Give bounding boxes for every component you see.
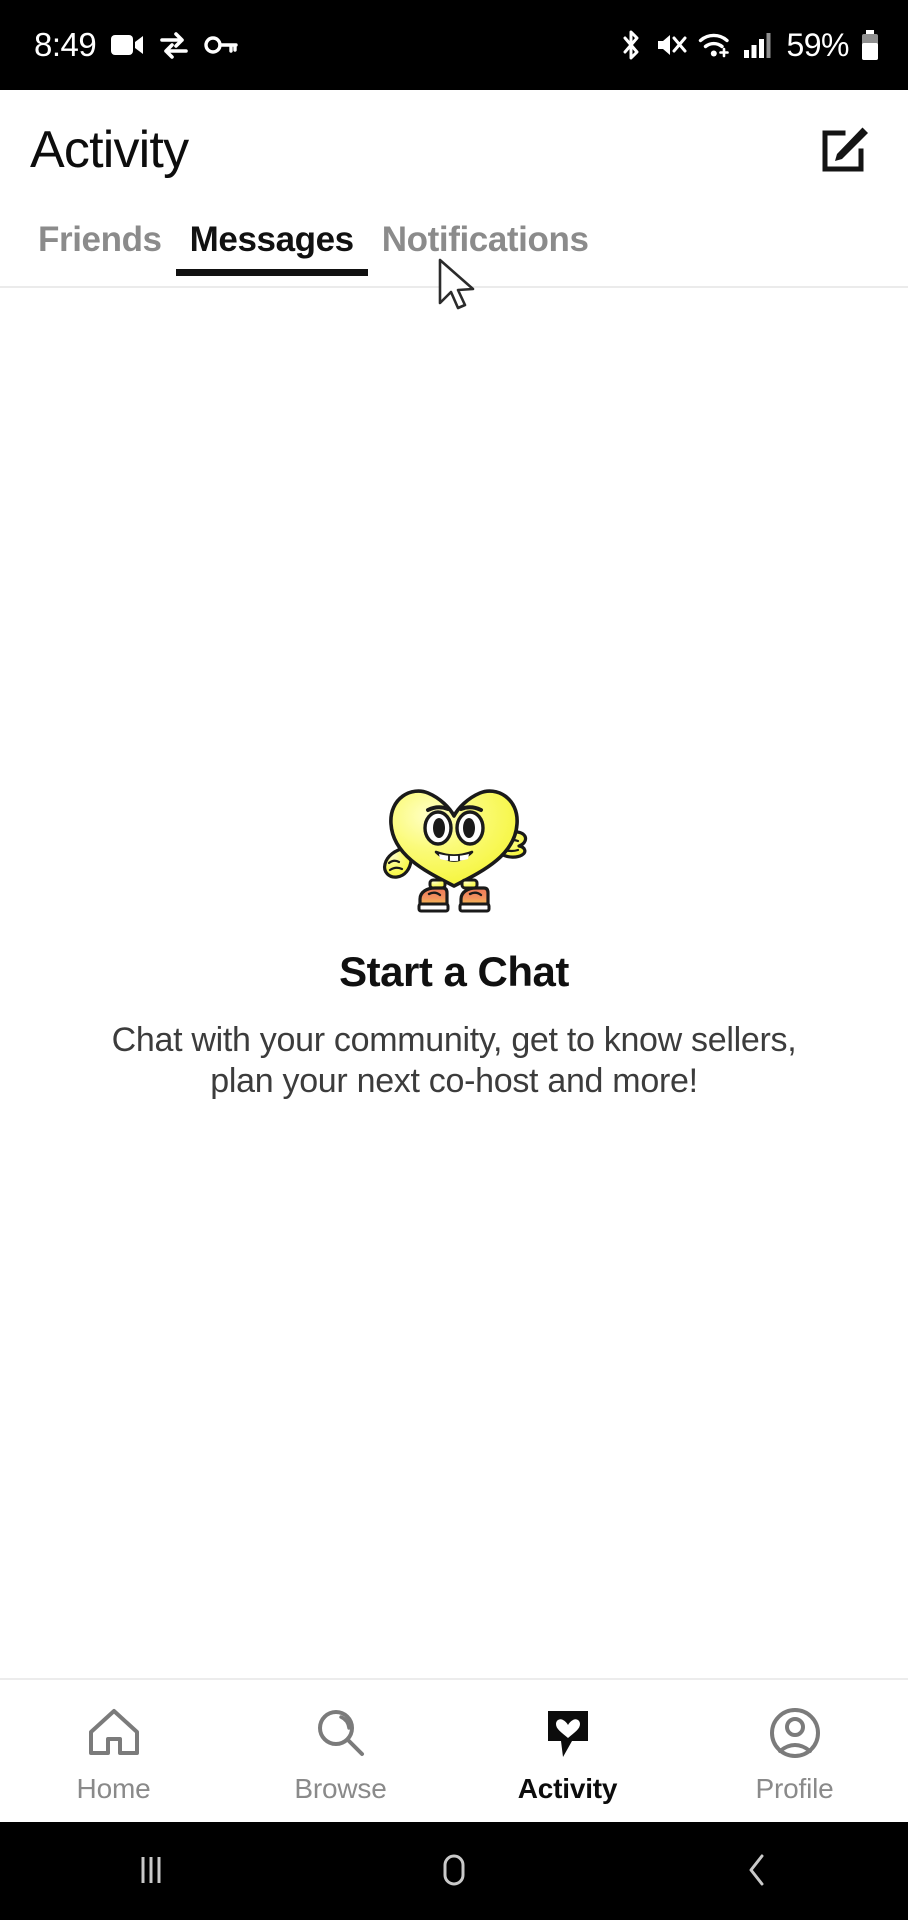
data-transfer-icon bbox=[158, 31, 190, 59]
wifi-icon bbox=[698, 31, 732, 59]
status-bar-left: 8:49 bbox=[34, 26, 238, 64]
tab-messages[interactable]: Messages bbox=[175, 210, 368, 276]
chevron-left-icon bbox=[742, 1850, 772, 1893]
nav-item-browse[interactable]: Browse bbox=[227, 1680, 454, 1822]
nav-label-browse: Browse bbox=[294, 1772, 387, 1804]
phone-screen: 8:49 59% Activity Friends Messages Notif… bbox=[0, 0, 908, 1920]
app-header: Activity bbox=[0, 90, 908, 210]
tab-bar: Friends Messages Notifications bbox=[0, 210, 908, 288]
nav-item-profile[interactable]: Profile bbox=[681, 1680, 908, 1822]
recents-button[interactable] bbox=[0, 1822, 303, 1920]
bottom-nav-bar: Home Browse Activity Profile bbox=[0, 1678, 908, 1822]
empty-state: Start a Chat Chat with your community, g… bbox=[0, 768, 908, 1103]
vpn-key-icon bbox=[204, 34, 238, 56]
empty-state-title: Start a Chat bbox=[339, 947, 569, 995]
nav-item-home[interactable]: Home bbox=[0, 1680, 227, 1822]
home-button[interactable] bbox=[303, 1822, 606, 1920]
three-bars-icon bbox=[136, 1851, 166, 1892]
tab-friends[interactable]: Friends bbox=[24, 210, 176, 260]
nav-label-activity: Activity bbox=[517, 1772, 618, 1804]
compose-button[interactable] bbox=[808, 113, 882, 187]
cellular-signal-icon bbox=[743, 31, 771, 59]
nav-label-home: Home bbox=[76, 1772, 151, 1804]
rounded-square-icon bbox=[436, 1850, 472, 1893]
android-system-nav bbox=[0, 1822, 908, 1920]
mute-icon bbox=[655, 30, 687, 60]
bluetooth-icon bbox=[618, 29, 644, 61]
messages-content-area: Start a Chat Chat with your community, g… bbox=[0, 288, 908, 1678]
compose-edit-icon bbox=[817, 121, 873, 180]
person-circle-icon bbox=[768, 1704, 822, 1762]
yellow-heart-mascot-illustration bbox=[383, 788, 528, 913]
empty-state-subtitle: Chat with your community, get to know se… bbox=[111, 1020, 797, 1100]
video-camera-icon bbox=[110, 32, 144, 58]
nav-label-profile: Profile bbox=[755, 1772, 834, 1804]
tab-notifications[interactable]: Notifications bbox=[368, 210, 603, 260]
page-title: Activity bbox=[30, 121, 189, 179]
search-icon bbox=[315, 1704, 367, 1762]
back-button[interactable] bbox=[605, 1822, 908, 1920]
battery-percent-label: 59% bbox=[786, 26, 849, 63]
battery-icon bbox=[860, 29, 880, 61]
home-icon bbox=[87, 1704, 141, 1762]
heart-bubble-icon bbox=[542, 1704, 594, 1762]
status-bar: 8:49 59% bbox=[0, 0, 908, 90]
status-bar-right: 59% bbox=[618, 27, 880, 64]
status-clock: 8:49 bbox=[34, 26, 97, 63]
nav-item-activity[interactable]: Activity bbox=[454, 1680, 681, 1822]
